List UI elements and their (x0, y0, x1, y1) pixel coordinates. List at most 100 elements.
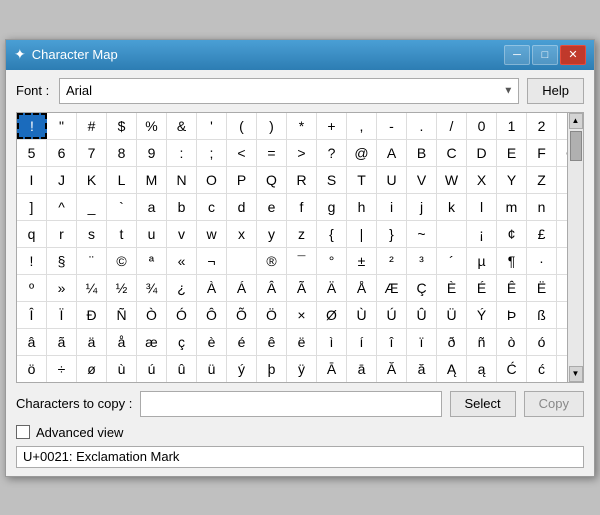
char-cell[interactable]: Z (527, 167, 557, 193)
char-cell[interactable]: Ê (497, 275, 527, 301)
char-cell[interactable]: « (167, 248, 197, 274)
char-cell[interactable]: . (407, 113, 437, 139)
char-cell[interactable]: À (197, 275, 227, 301)
char-cell[interactable]: ³ (407, 248, 437, 274)
char-cell[interactable]: & (167, 113, 197, 139)
char-cell[interactable]: R (287, 167, 317, 193)
char-cell[interactable]: ´ (437, 248, 467, 274)
char-cell[interactable]: 9 (137, 140, 167, 166)
char-cell[interactable]: Ý (467, 302, 497, 328)
char-cell[interactable]: ] (17, 194, 47, 220)
char-cell[interactable]: k (437, 194, 467, 220)
char-cell[interactable]: Ø (317, 302, 347, 328)
maximize-button[interactable]: □ (532, 45, 558, 65)
char-cell[interactable]: 8 (107, 140, 137, 166)
char-cell[interactable]: ¿ (167, 275, 197, 301)
char-cell[interactable]: { (317, 221, 347, 247)
char-cell[interactable]: l (467, 194, 497, 220)
char-cell[interactable]: t (107, 221, 137, 247)
select-button[interactable]: Select (450, 391, 516, 417)
char-cell[interactable]: B (407, 140, 437, 166)
char-cell[interactable]: < (227, 140, 257, 166)
char-cell[interactable]: ) (257, 113, 287, 139)
char-cell[interactable]: a (137, 194, 167, 220)
char-cell[interactable]: Ð (77, 302, 107, 328)
char-cell[interactable]: ð (437, 329, 467, 355)
char-cell[interactable]: © (107, 248, 137, 274)
char-cell[interactable]: § (47, 248, 77, 274)
char-cell[interactable]: / (437, 113, 467, 139)
char-cell[interactable]: ö (17, 356, 47, 382)
char-cell[interactable]: x (227, 221, 257, 247)
char-cell[interactable]: ò (497, 329, 527, 355)
char-cell[interactable]: ý (227, 356, 257, 382)
char-cell[interactable]: ; (197, 140, 227, 166)
char-cell[interactable]: , (347, 113, 377, 139)
char-cell[interactable]: ¶ (497, 248, 527, 274)
char-cell[interactable]: ? (317, 140, 347, 166)
char-cell[interactable]: ± (347, 248, 377, 274)
char-cell[interactable]: S (317, 167, 347, 193)
char-cell[interactable]: 3 (557, 113, 568, 139)
char-cell[interactable]: » (47, 275, 77, 301)
char-cell[interactable]: [ (557, 167, 568, 193)
char-cell[interactable]: ä (77, 329, 107, 355)
char-cell[interactable]: Ì (557, 275, 568, 301)
char-cell[interactable]: > (287, 140, 317, 166)
char-cell[interactable]: ­ (227, 248, 257, 274)
char-cell[interactable]: ø (77, 356, 107, 382)
char-cell[interactable]: + (317, 113, 347, 139)
char-cell[interactable]: o (557, 194, 568, 220)
char-cell[interactable]: E (497, 140, 527, 166)
char-cell[interactable]: f (287, 194, 317, 220)
char-cell[interactable]: × (287, 302, 317, 328)
char-cell[interactable]: U (377, 167, 407, 193)
char-cell[interactable]: @ (347, 140, 377, 166)
char-cell[interactable]: é (227, 329, 257, 355)
char-cell[interactable]: c (197, 194, 227, 220)
char-cell[interactable]: ¨ (77, 248, 107, 274)
char-cell[interactable]: Å (347, 275, 377, 301)
char-cell[interactable]: | (347, 221, 377, 247)
char-cell[interactable]: ! (17, 113, 47, 139)
char-cell[interactable]: · (527, 248, 557, 274)
char-cell[interactable]: g (317, 194, 347, 220)
char-cell[interactable]: ` (107, 194, 137, 220)
char-cell[interactable]: # (77, 113, 107, 139)
char-cell[interactable]: Á (227, 275, 257, 301)
char-cell[interactable]: ^ (47, 194, 77, 220)
char-cell[interactable]: * (287, 113, 317, 139)
char-cell[interactable]: Ù (347, 302, 377, 328)
char-cell[interactable]: X (467, 167, 497, 193)
char-cell[interactable]: ÷ (47, 356, 77, 382)
char-cell[interactable]: } (377, 221, 407, 247)
char-cell[interactable]: ë (287, 329, 317, 355)
char-cell[interactable]: Ĉ (557, 356, 568, 382)
char-cell[interactable]: ì (317, 329, 347, 355)
char-cell[interactable]: Õ (227, 302, 257, 328)
char-cell[interactable]: É (467, 275, 497, 301)
char-cell[interactable]: ° (317, 248, 347, 274)
char-cell[interactable]: 1 (497, 113, 527, 139)
char-cell[interactable]: m (497, 194, 527, 220)
char-cell[interactable]: ¾ (137, 275, 167, 301)
char-cell[interactable]: A (377, 140, 407, 166)
char-cell[interactable]: q (17, 221, 47, 247)
char-cell[interactable]: = (257, 140, 287, 166)
char-cell[interactable]: i (377, 194, 407, 220)
char-cell[interactable]: Y (497, 167, 527, 193)
char-cell[interactable]: ª (137, 248, 167, 274)
char-cell[interactable]: Ú (377, 302, 407, 328)
char-cell[interactable]: Î (17, 302, 47, 328)
char-cell[interactable]: 0 (467, 113, 497, 139)
char-cell[interactable]: Ë (527, 275, 557, 301)
char-cell[interactable]: s (77, 221, 107, 247)
char-cell[interactable]: Û (407, 302, 437, 328)
char-cell[interactable]: ā (347, 356, 377, 382)
char-cell[interactable]: $ (107, 113, 137, 139)
char-cell[interactable]: % (137, 113, 167, 139)
char-cell[interactable]: Ï (47, 302, 77, 328)
char-cell[interactable]: ç (167, 329, 197, 355)
char-cell[interactable]: æ (137, 329, 167, 355)
scroll-up-button[interactable]: ▲ (569, 113, 583, 129)
